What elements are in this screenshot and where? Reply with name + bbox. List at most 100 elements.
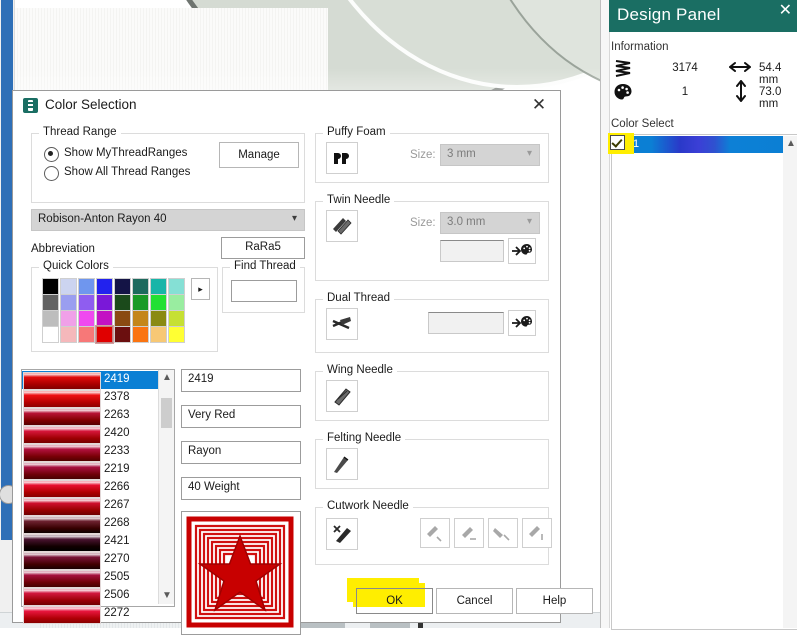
help-button[interactable]: Help: [516, 588, 593, 614]
thread-list-row[interactable]: 2421: [22, 533, 158, 552]
thread-list-row[interactable]: 2219: [22, 461, 158, 480]
quick-color-swatch[interactable]: [150, 294, 167, 311]
quick-color-swatch[interactable]: [60, 278, 77, 295]
quick-color-swatch[interactable]: [96, 294, 113, 311]
close-icon[interactable]: ✕: [779, 3, 792, 19]
thread-name-field[interactable]: Very Red: [181, 405, 301, 428]
thread-list-row[interactable]: 2233: [22, 443, 158, 462]
quick-color-swatch[interactable]: [150, 326, 167, 343]
checkbox-highlight: [608, 133, 634, 154]
quick-color-swatch[interactable]: [114, 310, 131, 327]
thread-list-scroll-thumb[interactable]: [161, 398, 172, 428]
puffy-foam-icon[interactable]: [326, 142, 358, 174]
felting-needle-icon[interactable]: [326, 448, 358, 480]
quick-color-swatch[interactable]: [42, 278, 59, 295]
chevron-up-icon[interactable]: ▲: [162, 372, 172, 383]
thread-list-row[interactable]: 2266: [22, 479, 158, 498]
twin-needle-color-field[interactable]: [440, 240, 504, 262]
thread-list-row[interactable]: 2263: [22, 407, 158, 426]
twin-needle-palette-button[interactable]: [508, 238, 536, 264]
thread-list-row[interactable]: 2419: [22, 371, 158, 390]
quick-color-swatch[interactable]: [132, 310, 149, 327]
quick-color-swatch[interactable]: [132, 278, 149, 295]
quick-color-swatch[interactable]: [96, 278, 113, 295]
thread-list-row[interactable]: 2378: [22, 389, 158, 408]
cutwork-angle-2-icon[interactable]: [454, 518, 484, 548]
color-select-list[interactable]: 1 ▲: [608, 133, 797, 630]
felting-needle-legend: Felting Needle: [323, 432, 406, 444]
thread-list-row[interactable]: 2420: [22, 425, 158, 444]
chevron-up-icon[interactable]: ▲: [786, 138, 796, 149]
twin-needle-size-dropdown[interactable]: 3.0 mm ▾: [440, 212, 540, 234]
thread-list-row[interactable]: 2270: [22, 551, 158, 570]
color-select-row-1[interactable]: 1: [613, 136, 783, 153]
thread-list-row[interactable]: 2267: [22, 497, 158, 516]
quick-color-swatch[interactable]: [114, 326, 131, 343]
close-icon[interactable]: ✕: [528, 94, 550, 116]
felting-needle-group: Felting Needle: [315, 432, 549, 489]
quick-color-swatch[interactable]: [114, 294, 131, 311]
twin-needle-icon[interactable]: [326, 210, 358, 242]
cutwork-angle-3-icon[interactable]: [488, 518, 518, 548]
quick-color-swatch[interactable]: [168, 294, 185, 311]
thread-list-row[interactable]: 2506: [22, 587, 158, 606]
radio-show-all-thread-ranges[interactable]: [44, 166, 59, 181]
color-row-checkbox[interactable]: [610, 135, 625, 150]
quick-color-swatch[interactable]: [78, 278, 95, 295]
abbreviation-value: RaRa5: [245, 241, 281, 253]
quick-color-swatch[interactable]: [78, 294, 95, 311]
thread-list[interactable]: 2419 2378 2263 2420 2233 2219 2266 2267 2268 2421…: [21, 369, 175, 624]
quick-color-swatch[interactable]: [132, 326, 149, 343]
thread-weight-value: 40 Weight: [188, 481, 240, 493]
thread-range-dropdown[interactable]: Robison-Anton Rayon 40 ▾: [31, 209, 305, 231]
quick-color-swatch[interactable]: [168, 278, 185, 295]
thread-code-field[interactable]: 2419: [181, 369, 301, 392]
manage-button[interactable]: Manage: [219, 142, 299, 168]
quick-color-swatch[interactable]: [132, 294, 149, 311]
quick-color-swatch[interactable]: [95, 325, 114, 344]
color-swatch[interactable]: [651, 136, 783, 153]
wing-needle-icon[interactable]: [326, 380, 358, 412]
dual-thread-color-field[interactable]: [428, 312, 504, 334]
cancel-button[interactable]: Cancel: [436, 588, 513, 614]
quick-color-swatch[interactable]: [96, 310, 113, 327]
thread-spool-icon: [23, 98, 38, 113]
quick-color-swatch[interactable]: [60, 294, 77, 311]
cutwork-angle-4-icon[interactable]: [522, 518, 552, 548]
thread-color-swatch: [23, 390, 101, 408]
radio-show-my-thread-ranges[interactable]: [44, 147, 59, 162]
color-list-scrollbar[interactable]: ▲: [783, 136, 797, 628]
chevron-down-icon[interactable]: ▼: [162, 590, 172, 601]
thread-list-row[interactable]: 2268: [22, 515, 158, 534]
quick-colors-more-button[interactable]: ▸: [191, 278, 210, 300]
thread-weight-field[interactable]: 40 Weight: [181, 477, 301, 500]
quick-color-swatch[interactable]: [168, 310, 185, 327]
design-preview: [181, 511, 301, 635]
quick-color-swatch[interactable]: [42, 326, 59, 343]
dialog-title: Color Selection: [45, 97, 137, 112]
quick-color-swatch[interactable]: [42, 294, 59, 311]
quick-color-swatch[interactable]: [114, 278, 131, 295]
cutwork-needle-group: Cutwork Needle: [315, 500, 552, 565]
thread-color-swatch: [23, 606, 101, 624]
quick-color-swatch[interactable]: [168, 326, 185, 343]
thread-list-scrollbar[interactable]: ▲ ▼: [158, 370, 174, 604]
abbreviation-field[interactable]: RaRa5: [221, 237, 305, 259]
thread-type-field[interactable]: Rayon: [181, 441, 301, 464]
thread-list-row[interactable]: 2272: [22, 605, 158, 624]
puffy-foam-size-dropdown[interactable]: 3 mm ▾: [440, 144, 540, 166]
thread-list-row[interactable]: 2505: [22, 569, 158, 588]
quick-color-swatch[interactable]: [42, 310, 59, 327]
find-thread-input[interactable]: [231, 280, 297, 302]
quick-color-swatch[interactable]: [150, 310, 167, 327]
quick-color-swatch[interactable]: [150, 278, 167, 295]
cutwork-needle-icon[interactable]: [326, 518, 358, 550]
quick-color-swatch[interactable]: [60, 326, 77, 343]
quick-color-swatch[interactable]: [60, 310, 77, 327]
dual-thread-icon[interactable]: [326, 308, 358, 340]
quick-color-swatch[interactable]: [78, 326, 95, 343]
ok-button[interactable]: OK: [356, 588, 433, 614]
cutwork-angle-1-icon[interactable]: [420, 518, 450, 548]
quick-color-swatch[interactable]: [78, 310, 95, 327]
dual-thread-palette-button[interactable]: [508, 310, 536, 336]
